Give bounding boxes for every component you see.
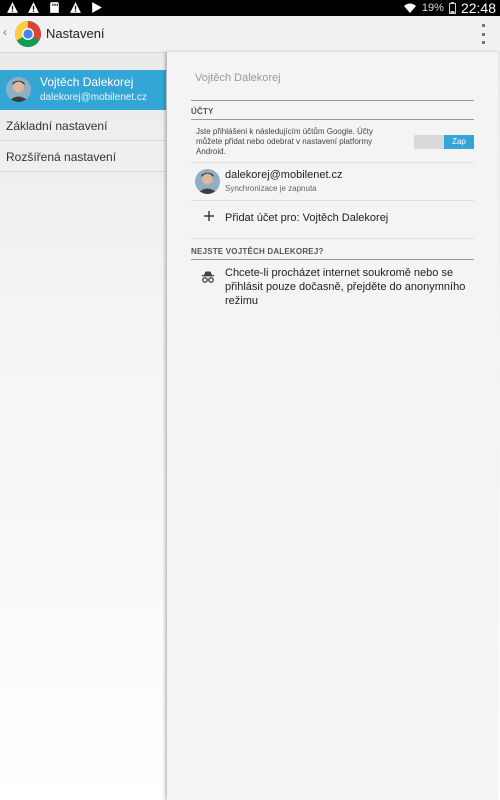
sync-status: Synchronizace je zapnuta bbox=[225, 184, 317, 193]
warning-icon bbox=[70, 2, 81, 13]
warning-icon bbox=[28, 2, 39, 13]
divider bbox=[191, 200, 474, 201]
warning-icon bbox=[7, 2, 18, 13]
nav-item-label: Rozšířená nastavení bbox=[6, 150, 117, 164]
incognito-icon bbox=[202, 271, 214, 283]
incognito-link[interactable]: Chcete-li procházet internet soukromě ne… bbox=[225, 266, 470, 308]
app-title: Nastavení bbox=[46, 26, 105, 41]
divider bbox=[191, 162, 474, 163]
battery-percent: 19% bbox=[421, 2, 444, 14]
overflow-menu-icon[interactable] bbox=[480, 24, 486, 44]
nav-item-label: Základní nastavení bbox=[6, 119, 108, 133]
up-caret-icon[interactable]: ‹ bbox=[3, 25, 7, 39]
account-detail-panel: Vojtěch Dalekorej ÚČTY Jste přihlášeni k… bbox=[167, 52, 498, 800]
account-email: dalekorej@mobilenet.cz bbox=[225, 169, 343, 181]
settings-nav: Vojtěch Dalekorej dalekorej@mobilenet.cz… bbox=[0, 53, 166, 800]
nav-item-advanced-settings[interactable]: Rozšířená nastavení bbox=[0, 141, 166, 172]
notification-icons bbox=[6, 1, 103, 14]
battery-icon bbox=[448, 2, 456, 14]
chrome-logo-icon[interactable] bbox=[14, 20, 42, 48]
toggle-on-label: Zap bbox=[444, 135, 474, 149]
add-account-button[interactable]: Přidat účet pro: Vojtěch Dalekorej bbox=[225, 212, 388, 224]
plus-icon bbox=[204, 211, 214, 221]
divider bbox=[191, 238, 474, 239]
action-bar: ‹ Nastavení bbox=[0, 16, 500, 53]
divider bbox=[191, 100, 474, 101]
nav-account-header[interactable]: Vojtěch Dalekorej dalekorej@mobilenet.cz bbox=[0, 70, 166, 110]
nav-account-name: Vojtěch Dalekorej bbox=[40, 75, 134, 89]
wifi-icon bbox=[403, 3, 416, 13]
not-you-section-header: NEJSTE VOJTĚCH DALEKOREJ? bbox=[191, 247, 324, 256]
divider bbox=[191, 119, 474, 120]
sd-card-icon bbox=[50, 2, 59, 13]
panel-title: Vojtěch Dalekorej bbox=[195, 72, 281, 84]
play-icon bbox=[92, 2, 102, 13]
status-bar: 19% 22:48 bbox=[0, 0, 500, 16]
clock: 22:48 bbox=[460, 0, 496, 16]
nav-item-basic-settings[interactable]: Základní nastavení bbox=[0, 110, 166, 141]
avatar bbox=[6, 77, 31, 102]
accounts-section-header: ÚČTY bbox=[191, 107, 214, 116]
avatar bbox=[195, 169, 220, 194]
divider bbox=[191, 259, 474, 260]
sync-toggle[interactable]: Zap bbox=[414, 135, 474, 149]
nav-account-email: dalekorej@mobilenet.cz bbox=[40, 92, 147, 103]
accounts-info-text: Jste přihlášeni k následujícím účtům Goo… bbox=[196, 127, 373, 156]
status-indicators: 19% 22:48 bbox=[403, 0, 496, 16]
